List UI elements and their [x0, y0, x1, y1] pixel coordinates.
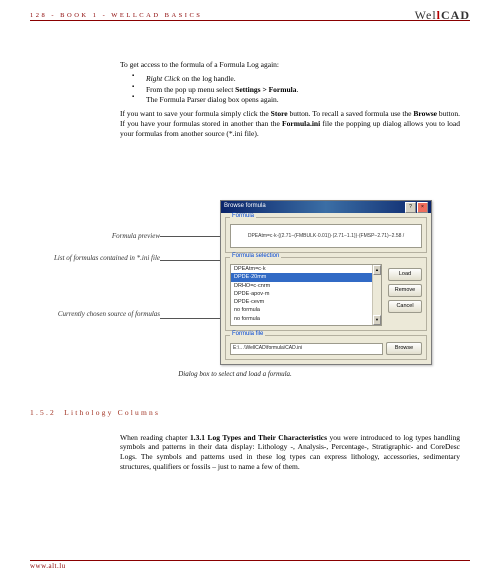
section-title: Lithology Columns: [64, 408, 160, 417]
list-item[interactable]: DRHO=c·cnrm: [231, 282, 381, 290]
dialog-title: Browse formula: [224, 203, 266, 211]
window-buttons: ? ×: [405, 202, 428, 213]
formula-preview: DPEAtm=c·k·{(2.71−(FMBULK·0.01))·(2.71−1…: [230, 224, 422, 248]
group-title: Formula file: [230, 331, 265, 339]
annot-source: Currently chosen source of formulas: [40, 310, 160, 319]
scroll-down-icon[interactable]: ▼: [373, 315, 381, 325]
formula-listbox[interactable]: DPEAtm=c·k DPDE·20mm DRHO=c·cnrm DPDE·ap…: [230, 264, 382, 326]
path-field[interactable]: E:\…\WellCAD\formula\CAD.ini: [230, 343, 383, 355]
annot-list: List of formulas contained in *.ini file: [40, 254, 160, 263]
annot-preview: Formula preview: [40, 232, 160, 241]
dialog-titlebar[interactable]: Browse formula ? ×: [221, 201, 431, 213]
bullet-list: Right Click on the log handle. From the …: [120, 74, 460, 105]
figure: Formula preview List of formulas contain…: [30, 200, 470, 410]
browse-formula-dialog: Browse formula ? × Formula DPEAtm=c·k·{(…: [220, 200, 432, 365]
list-item[interactable]: DPEAtm=c·k: [231, 265, 381, 273]
section-heading: 1.5.2 Lithology Columns: [30, 408, 160, 418]
section-num: 1.5.2: [30, 408, 56, 417]
scrollbar[interactable]: ▲ ▼: [372, 265, 381, 325]
footer-rule: [30, 560, 470, 561]
section-para: When reading chapter 1.3.1 Log Types and…: [120, 433, 460, 472]
help-icon[interactable]: ?: [405, 202, 416, 213]
intro-para: To get access to the formula of a Formul…: [120, 60, 460, 70]
header-rule: [30, 20, 470, 21]
section-body: When reading chapter 1.3.1 Log Types and…: [120, 425, 460, 479]
list-item[interactable]: no formula: [231, 315, 381, 323]
cancel-button[interactable]: Cancel: [388, 300, 422, 313]
close-icon[interactable]: ×: [417, 202, 428, 213]
load-button[interactable]: Load: [388, 268, 422, 281]
list-item[interactable]: DPDE·cevm: [231, 298, 381, 306]
page-header: 128 - BOOK 1 - WELLCAD BASICS WellCAD: [30, 8, 470, 24]
bullet-item: The Formula Parser dialog box opens agai…: [136, 95, 460, 105]
body-text: To get access to the formula of a Formul…: [120, 60, 460, 142]
header-left: 128 - BOOK 1 - WELLCAD BASICS: [30, 12, 202, 20]
group-file: Formula file E:\…\WellCAD\formula\CAD.in…: [225, 335, 427, 360]
remove-button[interactable]: Remove: [388, 284, 422, 297]
brand-logo: WellCAD: [415, 8, 470, 24]
group-formula: Formula DPEAtm=c·k·{(2.71−(FMBULK·0.01))…: [225, 217, 427, 253]
group-title: Formula selection: [230, 253, 281, 261]
save-para: If you want to save your formula simply …: [120, 109, 460, 138]
group-title: Formula: [230, 213, 256, 221]
page: 128 - BOOK 1 - WELLCAD BASICS WellCAD To…: [0, 0, 500, 579]
list-item[interactable]: no formula: [231, 306, 381, 314]
list-item[interactable]: DPDE·apov·m: [231, 290, 381, 298]
path-row: E:\…\WellCAD\formula\CAD.ini Browse: [230, 342, 422, 355]
scroll-up-icon[interactable]: ▲: [373, 265, 381, 275]
figure-caption: Dialog box to select and load a formula.: [30, 370, 440, 379]
group-selection: Formula selection DPEAtm=c·k DPDE·20mm D…: [225, 257, 427, 331]
side-buttons: Load Remove Cancel: [388, 268, 422, 313]
bullet-item: Right Click on the log handle.: [136, 74, 460, 84]
bullet-item: From the pop up menu select Settings > F…: [136, 85, 460, 95]
list-item[interactable]: DPDE·20mm: [231, 273, 381, 281]
footer-url: www.alt.lu: [30, 562, 66, 571]
browse-button[interactable]: Browse: [386, 342, 422, 355]
